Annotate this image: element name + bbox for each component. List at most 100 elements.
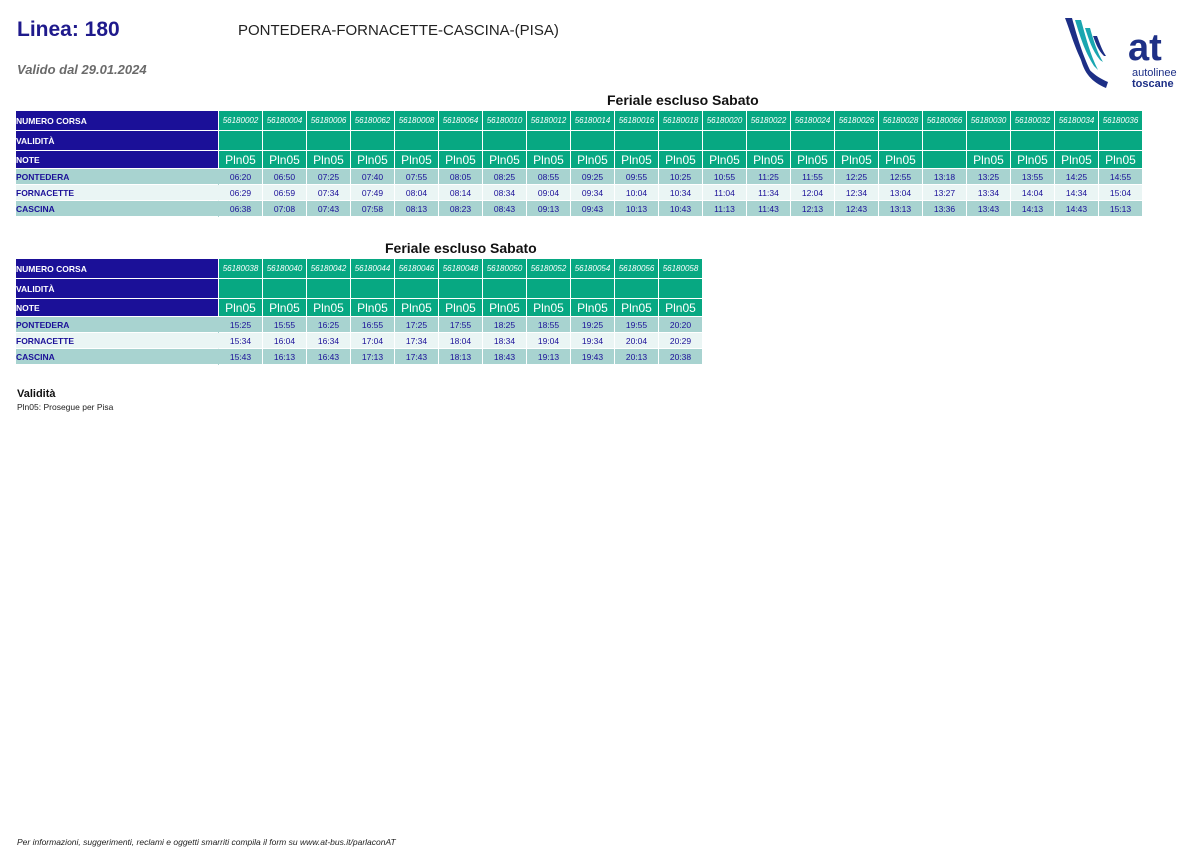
departure-time: 19:34 [571, 333, 615, 349]
timetable-2-title: Feriale escluso Sabato [385, 240, 537, 256]
stop-name: CASCINA [16, 201, 218, 217]
validity-cell [307, 279, 351, 299]
departure-time: 18:13 [439, 349, 483, 365]
run-number-cell: 56180008 [395, 111, 439, 131]
validity-cell [1011, 131, 1055, 151]
departure-time: 16:13 [263, 349, 307, 365]
departure-time: 07:40 [351, 169, 395, 185]
validity-cell [483, 131, 527, 151]
validity-cell [483, 279, 527, 299]
run-number-cell: 56180020 [703, 111, 747, 131]
note-cell: Pln05 [439, 151, 483, 169]
validity-cell [659, 131, 703, 151]
run-number-label: NUMERO CORSA [16, 111, 218, 131]
departure-time: 17:13 [351, 349, 395, 365]
departure-time: 18:34 [483, 333, 527, 349]
departure-time: 07:34 [307, 185, 351, 201]
departure-time: 14:25 [1055, 169, 1099, 185]
run-number-row: NUMERO CORSA 56180002 56180004 56180006 5618… [16, 111, 1143, 131]
note-cell: Pln05 [395, 299, 439, 317]
departure-time: 12:25 [835, 169, 879, 185]
departure-time: 18:55 [527, 317, 571, 333]
validity-cell [571, 279, 615, 299]
departure-time: 19:04 [527, 333, 571, 349]
note-cell: Pln05 [483, 151, 527, 169]
route-title: PONTEDERA-FORNACETTE-CASCINA-(PISA) [238, 22, 559, 39]
departure-time: 09:04 [527, 185, 571, 201]
run-number-cell: 56180024 [791, 111, 835, 131]
note-cell: Pln05 [351, 151, 395, 169]
departure-time: 15:34 [219, 333, 263, 349]
note-cell: Pln05 [351, 299, 395, 317]
note-cell: Pln05 [703, 151, 747, 169]
validity-cell [967, 131, 1011, 151]
validity-cell [615, 279, 659, 299]
run-number-cell: 56180018 [659, 111, 703, 131]
validity-cell [703, 131, 747, 151]
departure-time: 13:34 [967, 185, 1011, 201]
departure-time: 10:13 [615, 201, 659, 217]
validity-cell [747, 131, 791, 151]
run-number-cell: 56180038 [219, 259, 263, 279]
departure-time: 18:25 [483, 317, 527, 333]
stop-name: FORNACETTE [16, 333, 218, 349]
departure-time: 12:04 [791, 185, 835, 201]
validity-cell [1055, 131, 1099, 151]
run-number-cell: 56180044 [351, 259, 395, 279]
note-cell: Pln05 [1055, 151, 1099, 169]
stop-row: FORNACETTE 15:34 16:04 16:34 17:04 17:34 18:04… [16, 333, 703, 349]
departure-time: 07:58 [351, 201, 395, 217]
run-number-cell: 56180046 [395, 259, 439, 279]
departure-time: 15:25 [219, 317, 263, 333]
validity-cell [395, 279, 439, 299]
logo-mark: at [1128, 27, 1162, 69]
validity-legend-text: Pln05: Prosegue per Pisa [17, 402, 114, 412]
validity-cell [439, 279, 483, 299]
departure-time: 19:43 [571, 349, 615, 365]
departure-time: 13:55 [1011, 169, 1055, 185]
run-number-cell: 56180054 [571, 259, 615, 279]
departure-time: 08:14 [439, 185, 483, 201]
departure-time: 08:55 [527, 169, 571, 185]
departure-time: 11:55 [791, 169, 835, 185]
departure-time: 11:04 [703, 185, 747, 201]
run-number-cell: 56180062 [351, 111, 395, 131]
run-number-cell: 56180022 [747, 111, 791, 131]
line-title: Linea: 180 [17, 18, 120, 41]
departure-time: 07:49 [351, 185, 395, 201]
stop-row: CASCINA 15:43 16:13 16:43 17:13 17:43 18:13 18:… [16, 349, 703, 365]
validity-cell [879, 131, 923, 151]
run-number-cell: 56180010 [483, 111, 527, 131]
departure-time: 08:23 [439, 201, 483, 217]
run-number-cell: 56180036 [1099, 111, 1143, 131]
note-cell: Pln05 [1011, 151, 1055, 169]
departure-time: 12:13 [791, 201, 835, 217]
validity-cell [395, 131, 439, 151]
departure-time: 08:04 [395, 185, 439, 201]
note-cell: Pln05 [615, 151, 659, 169]
departure-time: 11:25 [747, 169, 791, 185]
note-cell: Pln05 [307, 299, 351, 317]
departure-time: 14:13 [1011, 201, 1055, 217]
departure-time: 13:04 [879, 185, 923, 201]
departure-time: 20:38 [659, 349, 703, 365]
stop-name: CASCINA [16, 349, 218, 365]
departure-time: 18:43 [483, 349, 527, 365]
departure-time: 17:55 [439, 317, 483, 333]
note-cell: Pln05 [395, 151, 439, 169]
stop-row: PONTEDERA 06:20 06:50 07:25 07:40 07:55 08:05 0… [16, 169, 1143, 185]
note-cell: Pln05 [527, 151, 571, 169]
departure-time: 09:34 [571, 185, 615, 201]
departure-time: 14:34 [1055, 185, 1099, 201]
run-number-cell: 56180040 [263, 259, 307, 279]
run-number-cell: 56180034 [1055, 111, 1099, 131]
departure-time: 19:55 [615, 317, 659, 333]
validity-cell [351, 279, 395, 299]
footer-info: Per informazioni, suggerimenti, reclami … [17, 837, 396, 847]
notes-row: NOTE Pln05 Pln05 Pln05 Pln05 Pln05 Pln05 Pln05 P… [16, 151, 1143, 169]
validity-cell [791, 131, 835, 151]
validity-cell [527, 279, 571, 299]
departure-time: 08:13 [395, 201, 439, 217]
departure-time: 16:25 [307, 317, 351, 333]
departure-time: 06:29 [219, 185, 263, 201]
